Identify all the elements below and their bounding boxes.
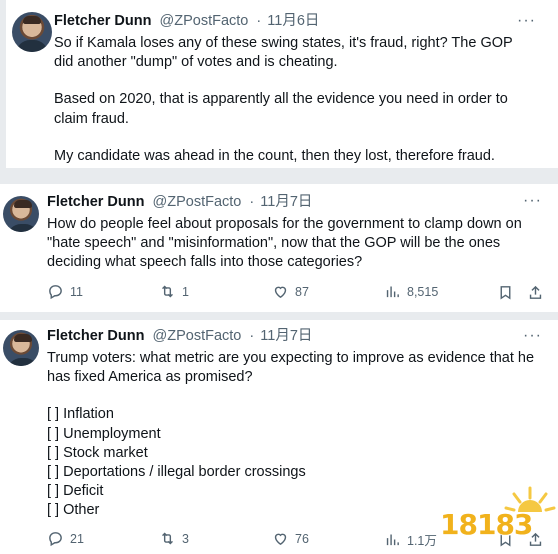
like-count: 87	[295, 284, 309, 299]
tweet-date[interactable]: 11月7日	[260, 194, 312, 210]
tweet-paragraph: So if Kamala loses any of these swing st…	[54, 35, 513, 71]
poll-option: [ ] Unemployment	[47, 425, 161, 442]
watermark-logo: 18183	[434, 482, 558, 554]
like-button[interactable]: 87	[272, 283, 309, 300]
views-chart-icon	[386, 286, 399, 298]
views-button[interactable]: 1.1万	[384, 530, 437, 549]
separator: ·	[256, 13, 262, 29]
tweet-text: How do people feel about proposals for t…	[47, 215, 543, 273]
more-options-icon[interactable]: ···	[523, 193, 542, 209]
bookmark-button[interactable]	[497, 284, 514, 301]
retweet-button[interactable]: 3	[159, 530, 189, 547]
share-button[interactable]	[527, 284, 544, 301]
views-chart-icon	[386, 534, 399, 546]
poll-option: [ ] Stock market	[47, 444, 148, 461]
tweet-paragraph: Trump voters: what metric are you expect…	[47, 350, 535, 386]
tweet-card[interactable]: Fletcher Dunn @ZPostFacto · 11月7日 ··· Ho…	[0, 184, 558, 312]
reply-button[interactable]: 11	[47, 283, 83, 300]
retweet-button[interactable]: 1	[159, 283, 189, 300]
retweet-count: 3	[182, 531, 189, 546]
more-options-icon[interactable]: ···	[517, 13, 536, 29]
tweet-header: Fletcher Dunn @ZPostFacto · 11月6日	[54, 11, 319, 31]
tweet-actions: 11 1 87 8,515	[0, 283, 558, 307]
reply-button[interactable]: 21	[47, 530, 84, 547]
heart-icon	[274, 533, 287, 546]
tweet-header: Fletcher Dunn @ZPostFacto · 11月7日	[47, 326, 312, 346]
retweet-icon	[162, 285, 173, 298]
more-options-icon[interactable]: ···	[523, 328, 542, 344]
poll-option: [ ] Inflation	[47, 406, 114, 423]
tweet-text: So if Kamala loses any of these swing st…	[54, 34, 524, 168]
tweet-card[interactable]: Fletcher Dunn @ZPostFacto · 11月6日 ··· So…	[6, 0, 558, 168]
tweet-date[interactable]: 11月6日	[267, 13, 319, 29]
poll-option: [ ] Deportations / illegal border crossi…	[47, 464, 306, 481]
author-name[interactable]: Fletcher Dunn	[54, 13, 151, 29]
author-handle[interactable]: @ZPostFacto	[153, 194, 242, 210]
like-count: 76	[295, 531, 309, 546]
tweet-paragraph: Based on 2020, that is apparently all th…	[54, 91, 508, 127]
avatar[interactable]	[3, 196, 39, 232]
views-button[interactable]: 8,515	[384, 283, 438, 300]
separator: ·	[249, 328, 255, 344]
heart-icon	[274, 286, 287, 299]
author-handle[interactable]: @ZPostFacto	[153, 328, 242, 344]
tweet-date[interactable]: 11月7日	[260, 328, 312, 344]
author-handle[interactable]: @ZPostFacto	[160, 13, 249, 29]
bookmark-icon	[500, 286, 511, 300]
author-name[interactable]: Fletcher Dunn	[47, 194, 144, 210]
reply-icon	[49, 285, 62, 300]
view-count: 1.1万	[407, 534, 437, 548]
like-button[interactable]: 76	[272, 530, 309, 547]
tweet-header: Fletcher Dunn @ZPostFacto · 11月7日	[47, 192, 312, 212]
tweet-paragraph: How do people feel about proposals for t…	[47, 216, 522, 271]
share-icon	[529, 285, 542, 299]
avatar[interactable]	[12, 12, 52, 52]
separator: ·	[249, 194, 255, 210]
author-name[interactable]: Fletcher Dunn	[47, 328, 144, 344]
retweet-count: 1	[182, 284, 189, 299]
reply-count: 11	[70, 284, 83, 299]
view-count: 8,515	[407, 284, 439, 299]
tweet-paragraph: My candidate was ahead in the count, the…	[54, 147, 495, 168]
watermark-text: 18183	[440, 508, 533, 541]
avatar[interactable]	[3, 330, 39, 366]
reply-count: 21	[70, 531, 84, 546]
retweet-icon	[162, 532, 173, 545]
reply-icon	[49, 532, 62, 547]
